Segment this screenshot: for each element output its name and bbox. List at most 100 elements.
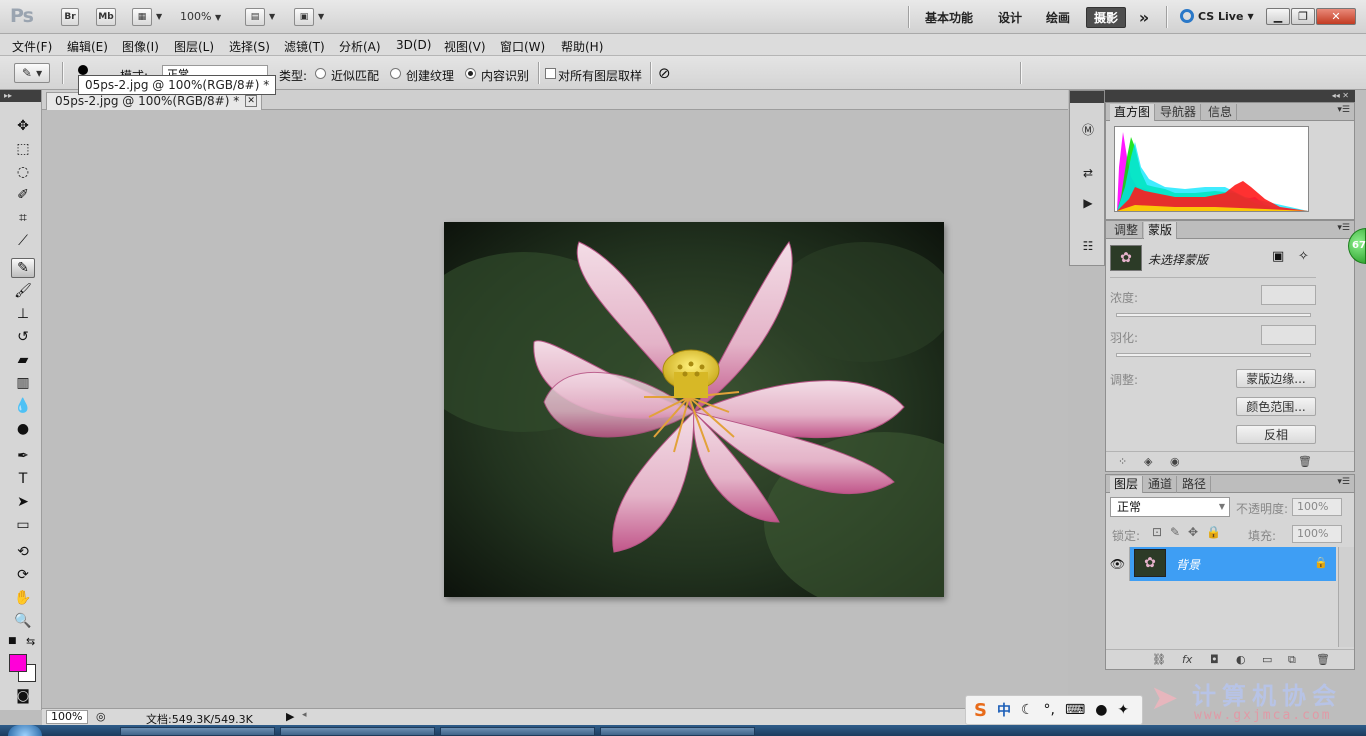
tab-adjustments[interactable]: 调整 — [1110, 222, 1144, 239]
opacity-input[interactable]: 100% — [1292, 498, 1342, 516]
eyedropper-tool-icon[interactable]: ⟋ — [11, 231, 35, 251]
hand-tool-icon[interactable]: ✋ — [11, 588, 35, 608]
feather-input[interactable] — [1261, 325, 1316, 345]
minimize-button[interactable]: ▁ — [1266, 8, 1290, 25]
sogou-logo-icon[interactable]: S — [974, 700, 987, 721]
workspace-painting[interactable]: 绘画 — [1038, 7, 1078, 28]
shape-tool-icon[interactable]: ▭ — [11, 515, 35, 535]
menu-edit[interactable]: 编辑(E) — [67, 38, 108, 55]
zoom-level-dropdown[interactable]: 100% ▼ — [180, 10, 221, 23]
quick-mask-icon[interactable]: ◙ — [11, 686, 35, 706]
tab-histogram[interactable]: 直方图 — [1110, 104, 1156, 121]
radio-content-aware[interactable] — [465, 68, 476, 79]
workspace-design[interactable]: 设计 — [990, 7, 1030, 28]
toolbox-collapse-handle[interactable]: ▸▸ — [0, 90, 41, 102]
user-icon[interactable]: ● — [1095, 702, 1107, 718]
zoom-tool-icon[interactable]: 🔍 — [11, 611, 35, 631]
lock-position-icon[interactable]: ✥ — [1188, 525, 1198, 539]
close-icon[interactable]: ✕ — [245, 95, 258, 107]
menu-filter[interactable]: 滤镜(T) — [284, 38, 325, 55]
adjustment-layer-icon[interactable]: ◐ — [1236, 653, 1246, 666]
fx-icon[interactable]: fx — [1182, 653, 1192, 666]
history-panel-icon[interactable]: ⇄ — [1077, 163, 1099, 183]
fill-input[interactable]: 100% — [1292, 525, 1342, 543]
brush-tool-icon[interactable]: 🖌 — [11, 281, 35, 301]
menu-select[interactable]: 选择(S) — [229, 38, 270, 55]
menu-layer[interactable]: 图层(L) — [174, 38, 214, 55]
tab-navigator[interactable]: 导航器 — [1156, 104, 1202, 121]
ime-language-toggle[interactable]: 中 — [997, 700, 1011, 720]
blur-tool-icon[interactable]: 💧 — [11, 396, 35, 416]
scroll-left-icon[interactable]: ◂ — [302, 710, 307, 720]
taskbar-item[interactable] — [280, 727, 435, 736]
panel-dock-header[interactable]: ◂◂ ✕ — [1105, 90, 1355, 102]
quick-selection-tool-icon[interactable]: ✐ — [11, 185, 35, 205]
tab-paths[interactable]: 路径 — [1178, 476, 1212, 493]
mini-bridge-panel-icon[interactable]: Ⓜ — [1077, 119, 1099, 139]
menu-image[interactable]: 图像(I) — [122, 38, 159, 55]
tab-layers[interactable]: 图层 — [1110, 476, 1144, 493]
vector-mask-icon[interactable]: ✧ — [1298, 249, 1309, 264]
type-tool-icon[interactable]: T — [11, 469, 35, 489]
pressure-size-icon[interactable]: ⊘ — [658, 64, 671, 82]
lock-transparent-icon[interactable]: ⊡ — [1152, 525, 1162, 539]
keyboard-icon[interactable]: ⌨ — [1065, 702, 1085, 718]
trash-icon[interactable]: 🗑 — [1316, 653, 1330, 666]
add-mask-icon[interactable]: ◘ — [1210, 653, 1219, 666]
foreground-color-swatch[interactable] — [9, 654, 27, 672]
status-info-icon[interactable]: ◎ — [96, 710, 106, 723]
arrange-documents-button[interactable]: ▤ — [245, 8, 265, 26]
chevron-down-icon[interactable]: ▼ — [156, 12, 162, 21]
spot-healing-brush-tool-icon[interactable]: ✎ — [11, 258, 35, 278]
zoom-field[interactable]: 100% — [46, 710, 88, 724]
bridge-button[interactable]: Br — [61, 8, 79, 26]
lock-all-icon[interactable]: 🔒 — [1206, 525, 1221, 539]
clone-stamp-tool-icon[interactable]: ⊥ — [11, 304, 35, 324]
radio-create-texture[interactable] — [390, 68, 401, 79]
mini-bridge-button[interactable]: Mb — [96, 8, 116, 26]
mask-edge-button[interactable]: 蒙版边缘... — [1236, 369, 1316, 388]
density-input[interactable] — [1261, 285, 1316, 305]
visibility-toggle-icon[interactable]: ◉ — [1170, 455, 1180, 468]
cs-live-menu[interactable]: CS Live ▼ — [1180, 9, 1254, 23]
tab-masks[interactable]: 蒙版 — [1144, 222, 1178, 239]
menu-view[interactable]: 视图(V) — [444, 38, 486, 55]
menu-file[interactable]: 文件(F) — [12, 38, 52, 55]
actions-panel-icon[interactable]: ▶ — [1077, 193, 1099, 213]
crop-tool-icon[interactable]: ⌗ — [11, 208, 35, 228]
new-layer-icon[interactable]: ⧉ — [1288, 653, 1296, 667]
load-selection-icon[interactable]: ⁘ — [1118, 455, 1127, 468]
default-colors-icon[interactable]: ■ — [8, 636, 17, 646]
apply-mask-icon[interactable]: ◈ — [1144, 455, 1152, 468]
menu-3d[interactable]: 3D(D) — [396, 38, 431, 52]
workspace-overflow-button[interactable]: » — [1132, 7, 1156, 28]
status-menu-arrow-icon[interactable]: ▶ — [286, 710, 294, 723]
chevron-down-icon[interactable]: ▼ — [318, 12, 324, 21]
panel-menu-icon[interactable]: ▾☰ — [1337, 223, 1350, 233]
half-width-icon[interactable]: ☾ — [1021, 702, 1034, 718]
brush-size-icon[interactable] — [78, 65, 88, 75]
chevron-down-icon[interactable]: ▼ — [269, 12, 275, 21]
density-slider[interactable] — [1116, 313, 1311, 317]
new-group-icon[interactable]: ▭ — [1262, 653, 1272, 666]
3d-rotate-tool-icon[interactable]: ⟲ — [11, 542, 35, 562]
menu-window[interactable]: 窗口(W) — [500, 38, 545, 55]
tool-presets-panel-icon[interactable]: ☷ — [1077, 236, 1099, 256]
taskbar-item[interactable] — [120, 727, 275, 736]
taskbar-item[interactable] — [600, 727, 755, 736]
screen-mode-button[interactable]: ▣ — [294, 8, 314, 26]
eraser-tool-icon[interactable]: ▰ — [11, 350, 35, 370]
dodge-tool-icon[interactable]: ● — [11, 419, 35, 439]
feather-slider[interactable] — [1116, 353, 1311, 357]
menu-help[interactable]: 帮助(H) — [561, 38, 603, 55]
dock-collapse-handle[interactable] — [1070, 91, 1104, 103]
workspace-photography[interactable]: 摄影 — [1086, 7, 1126, 28]
start-button[interactable] — [8, 725, 42, 736]
maximize-button[interactable]: ❐ — [1291, 8, 1315, 25]
3d-orbit-tool-icon[interactable]: ⟳ — [11, 565, 35, 585]
layers-scrollbar[interactable] — [1338, 547, 1354, 647]
menu-analysis[interactable]: 分析(A) — [339, 38, 381, 55]
layer-row-background[interactable]: ✿ 背景 🔒 — [1130, 547, 1336, 581]
swap-colors-icon[interactable]: ⇆ — [26, 635, 35, 648]
layer-visibility-toggle[interactable]: 👁 — [1106, 547, 1130, 581]
